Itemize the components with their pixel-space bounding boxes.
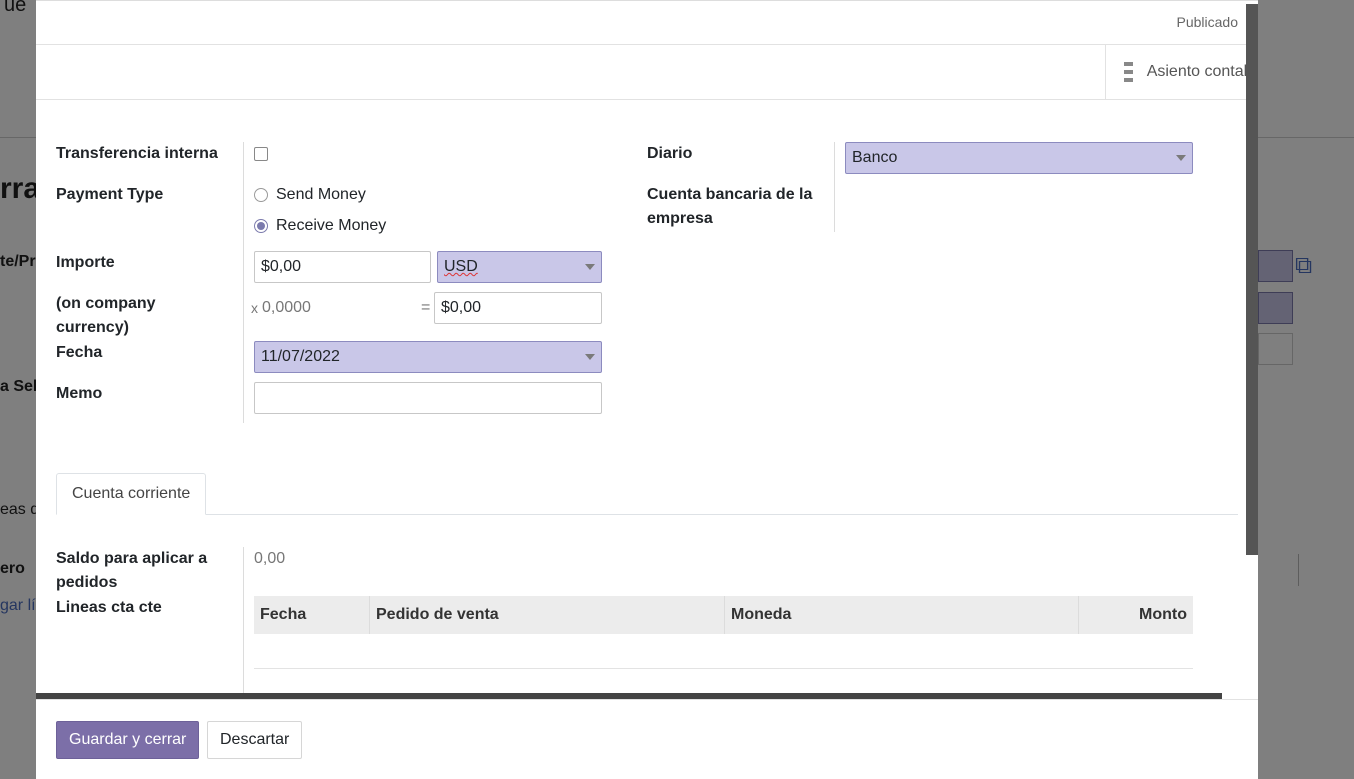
table-row [254,668,1193,669]
journal-select[interactable]: Banco [845,142,1193,174]
status-published[interactable]: Publicado [1177,14,1239,30]
tab-current-account[interactable]: Cuenta corriente [56,473,207,515]
balance-label: Saldo para aplicar a pedidos [56,550,208,591]
company-currency-label: (on company currency) [56,295,156,336]
payment-dialog: Publicado Asiento contable Transferencia… [36,0,1258,779]
rate-prefix: x [251,300,258,316]
date-value: 11/07/2022 [261,348,340,365]
memo-label: Memo [56,385,103,402]
equals-sign: = [421,299,431,316]
column-amount[interactable]: Monto [1079,596,1193,634]
journal-value: Banco [852,149,898,166]
date-label: Fecha [56,344,103,361]
journal-entry-button[interactable]: Asiento contable [1105,45,1258,99]
discard-button[interactable]: Descartar [207,721,303,759]
receive-money-label[interactable]: Receive Money [276,216,386,236]
chevron-down-icon [1176,155,1186,161]
send-money-radio[interactable] [254,188,268,202]
amount-label: Importe [56,254,115,271]
internal-transfer-checkbox[interactable] [254,147,268,161]
column-date[interactable]: Fecha [254,596,370,634]
payment-type-label: Payment Type [56,186,164,203]
tab-group-divider [243,547,244,707]
date-picker[interactable]: 11/07/2022 [254,341,602,373]
column-currency[interactable]: Moneda [725,596,1079,634]
receive-money-radio[interactable] [254,219,268,233]
chevron-down-icon [585,354,595,360]
send-money-label[interactable]: Send Money [276,185,366,205]
list-icon [1124,62,1133,82]
balance-value: 0,00 [254,550,286,567]
status-bar: Publicado [36,0,1258,45]
bank-account-label: Cuenta bancaria de la empresa [647,186,813,227]
company-amount-input[interactable] [434,292,602,324]
tabs-baseline [56,514,1238,515]
journal-label: Diario [647,145,693,162]
amount-input[interactable] [254,251,431,283]
save-and-close-button[interactable]: Guardar y cerrar [56,721,200,759]
left-group-divider [243,142,244,423]
chevron-down-icon [585,264,595,270]
dialog-footer: Guardar y cerrar Descartar [36,699,1258,779]
currency-select[interactable]: USD [437,251,602,283]
journal-entry-label: Asiento contable [1146,63,1258,80]
account-lines-label: Lineas cta cte [56,599,162,616]
account-lines-table-header: Fecha Pedido de venta Moneda Monto [254,596,1193,634]
column-sale-order[interactable]: Pedido de venta [370,596,725,634]
exchange-rate: 0,0000 [262,299,311,316]
currency-value: USD [444,258,478,275]
memo-input[interactable] [254,382,602,414]
vertical-scrollbar[interactable] [1246,4,1258,555]
right-group-divider [834,142,835,232]
internal-transfer-label: Transferencia interna [56,145,218,162]
button-box: Asiento contable [36,45,1258,100]
tab-current-account-label: Cuenta corriente [72,485,191,502]
